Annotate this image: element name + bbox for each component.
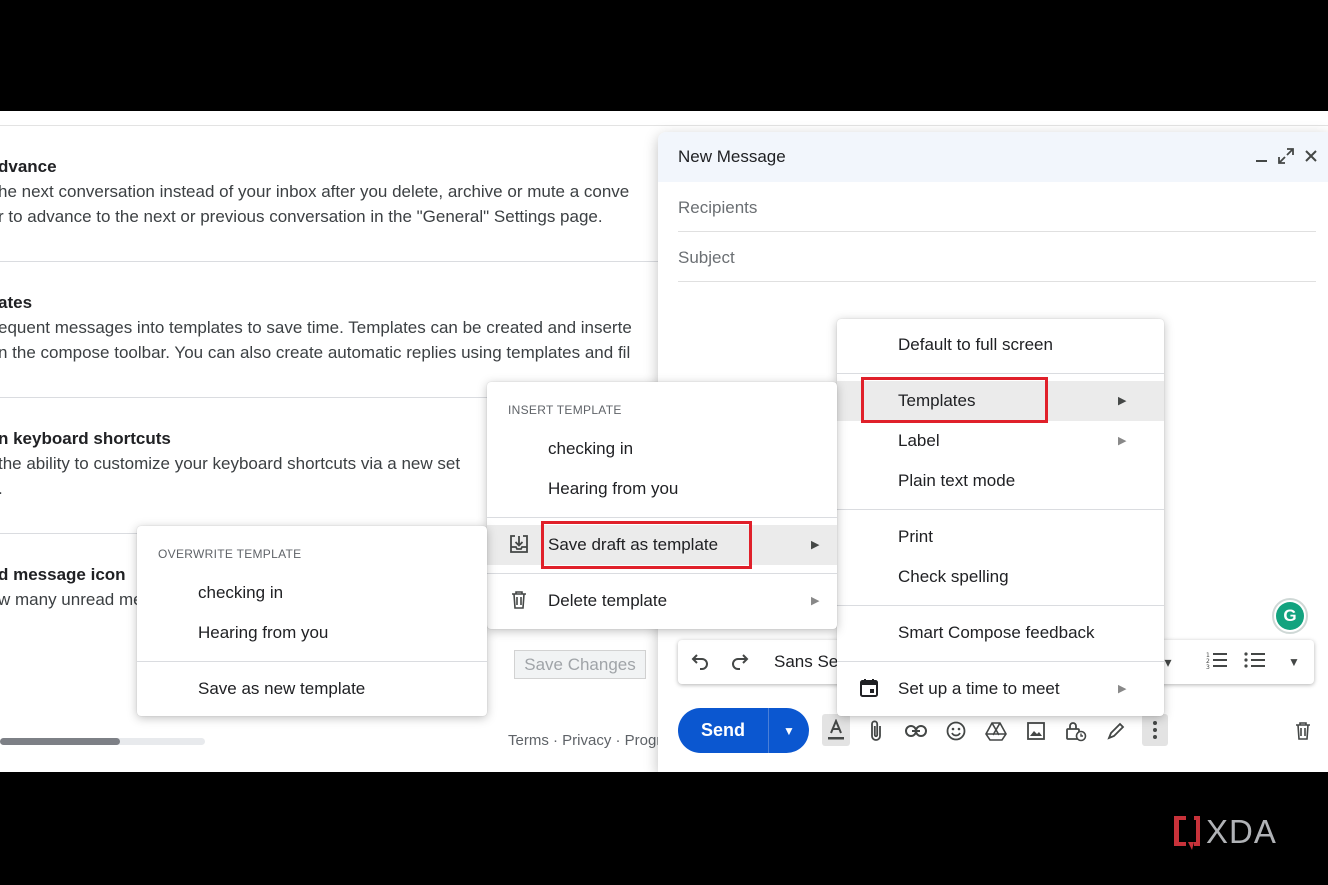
insert-template-heading: INSERT TEMPLATE: [508, 403, 622, 417]
menu-item-label: Hearing from you: [198, 623, 329, 642]
setting-description: the ability to customize your keyboard s…: [0, 454, 461, 473]
compose-header: New Message: [658, 132, 1328, 182]
highlight-box: [541, 521, 752, 569]
send-label: Send: [700, 720, 745, 740]
subject-field[interactable]: Subject: [678, 232, 1316, 282]
submenu-arrow-icon: ▶: [1118, 435, 1127, 447]
send-options-icon[interactable]: ▼: [769, 708, 809, 753]
overwrite-template-submenu: OVERWRITE TEMPLATE checking in Hearing f…: [137, 526, 487, 716]
undo-icon[interactable]: [690, 650, 710, 676]
submenu-arrow-icon: ▶: [811, 539, 820, 551]
grammarly-icon[interactable]: G: [1272, 598, 1308, 634]
insert-template-item[interactable]: Hearing from you: [487, 469, 837, 509]
divider: [837, 509, 1164, 510]
confidential-icon[interactable]: [1064, 718, 1088, 744]
setting-description: he next conversation instead of your inb…: [0, 182, 630, 201]
numbered-list-icon[interactable]: 123: [1206, 650, 1228, 676]
menu-item-delete-template[interactable]: Delete template ▶: [487, 581, 837, 621]
menu-item-label[interactable]: Label ▶: [837, 421, 1164, 461]
setting-title: dvance: [0, 157, 57, 176]
menu-item-print[interactable]: Print: [837, 517, 1164, 557]
menu-item-label: Hearing from you: [548, 479, 679, 498]
xda-logo: XDA: [1172, 812, 1302, 852]
redo-icon[interactable]: [730, 650, 750, 676]
menu-item-plain-text[interactable]: Plain text mode: [837, 461, 1164, 501]
overwrite-template-heading: OVERWRITE TEMPLATE: [158, 547, 302, 561]
setting-title: n keyboard shortcuts: [0, 429, 171, 448]
divider: [487, 573, 837, 574]
highlight-box: [861, 377, 1048, 423]
save-changes-button[interactable]: Save Changes: [514, 650, 646, 679]
insert-template-item[interactable]: checking in: [487, 429, 837, 469]
close-icon[interactable]: [1301, 146, 1321, 166]
menu-item-label: checking in: [548, 439, 634, 458]
submenu-arrow-icon: ▶: [1118, 683, 1127, 695]
divider: [837, 661, 1164, 662]
overwrite-template-item[interactable]: Hearing from you: [137, 613, 487, 653]
setting-title: ates: [0, 293, 33, 312]
menu-item-save-as-new-template[interactable]: Save as new template: [137, 669, 487, 709]
menu-item-label: Set up a time to meet: [898, 679, 1060, 698]
link-icon[interactable]: [904, 718, 928, 744]
photo-icon[interactable]: [1024, 718, 1048, 744]
trash-icon[interactable]: [1291, 718, 1315, 744]
top-letterbox: [0, 0, 1328, 111]
setting-description: .: [0, 479, 3, 499]
divider: [137, 661, 487, 662]
submenu-arrow-icon: ▶: [811, 595, 820, 607]
menu-item-label: checking in: [198, 583, 284, 602]
menu-item-smart-compose-feedback[interactable]: Smart Compose feedback: [837, 613, 1164, 653]
footer-links[interactable]: Terms · Privacy · Progr: [508, 732, 661, 749]
svg-text:3: 3: [1206, 664, 1210, 670]
calendar-icon: [858, 677, 880, 699]
menu-item-label: Delete template: [548, 591, 668, 610]
divider: [837, 605, 1164, 606]
expand-icon[interactable]: [1276, 146, 1296, 166]
templates-submenu: INSERT TEMPLATE checking in Hearing from…: [487, 382, 837, 629]
submenu-arrow-icon: ▶: [1118, 395, 1127, 407]
menu-item-label: Plain text mode: [898, 471, 1016, 490]
menu-item-label: Print: [898, 527, 933, 546]
more-formatting-icon[interactable]: ▼: [1288, 655, 1300, 669]
menu-item-label: Smart Compose feedback: [898, 623, 1095, 642]
grammarly-letter: G: [1276, 602, 1304, 630]
font-selector[interactable]: Sans Se: [774, 652, 838, 672]
setting-description: r to advance to the next or previous con…: [0, 207, 603, 226]
trash-icon: [508, 589, 530, 611]
minimize-icon[interactable]: [1252, 146, 1272, 166]
scrollbar-thumb[interactable]: [0, 738, 120, 745]
text-format-icon[interactable]: [822, 714, 850, 746]
xda-wordmark: XDA: [1206, 813, 1277, 850]
divider: [487, 517, 837, 518]
setting-description: equent messages into templates to save t…: [0, 318, 632, 337]
menu-item-full-screen[interactable]: Default to full screen: [837, 325, 1164, 365]
more-options-icon[interactable]: [1142, 714, 1168, 746]
setting-description: w many unread me: [0, 590, 143, 609]
divider: [837, 373, 1164, 374]
menu-item-label: Label: [898, 431, 940, 450]
emoji-icon[interactable]: [944, 718, 968, 744]
setting-title: d message icon: [0, 565, 126, 584]
save-template-icon: [508, 533, 530, 555]
signature-icon[interactable]: [1104, 718, 1128, 744]
attach-icon[interactable]: [864, 718, 888, 744]
menu-item-label: Save as new template: [198, 679, 366, 698]
overwrite-template-item[interactable]: checking in: [137, 573, 487, 613]
bottom-letterbox: [0, 772, 1328, 885]
recipients-placeholder: Recipients: [678, 198, 758, 217]
setting-description: n the compose toolbar. You can also crea…: [0, 343, 631, 362]
menu-item-set-up-meeting[interactable]: Set up a time to meet ▶: [837, 669, 1164, 709]
recipients-field[interactable]: Recipients: [678, 182, 1316, 232]
bulleted-list-icon[interactable]: [1244, 650, 1266, 676]
divider: [0, 125, 1328, 126]
divider: [0, 261, 690, 262]
compose-title: New Message: [678, 147, 786, 166]
drive-icon[interactable]: [984, 718, 1008, 744]
menu-item-check-spelling[interactable]: Check spelling: [837, 557, 1164, 597]
subject-placeholder: Subject: [678, 248, 735, 267]
menu-item-label: Check spelling: [898, 567, 1009, 586]
send-button[interactable]: Send ▼: [678, 708, 809, 753]
menu-item-label: Default to full screen: [898, 335, 1053, 354]
